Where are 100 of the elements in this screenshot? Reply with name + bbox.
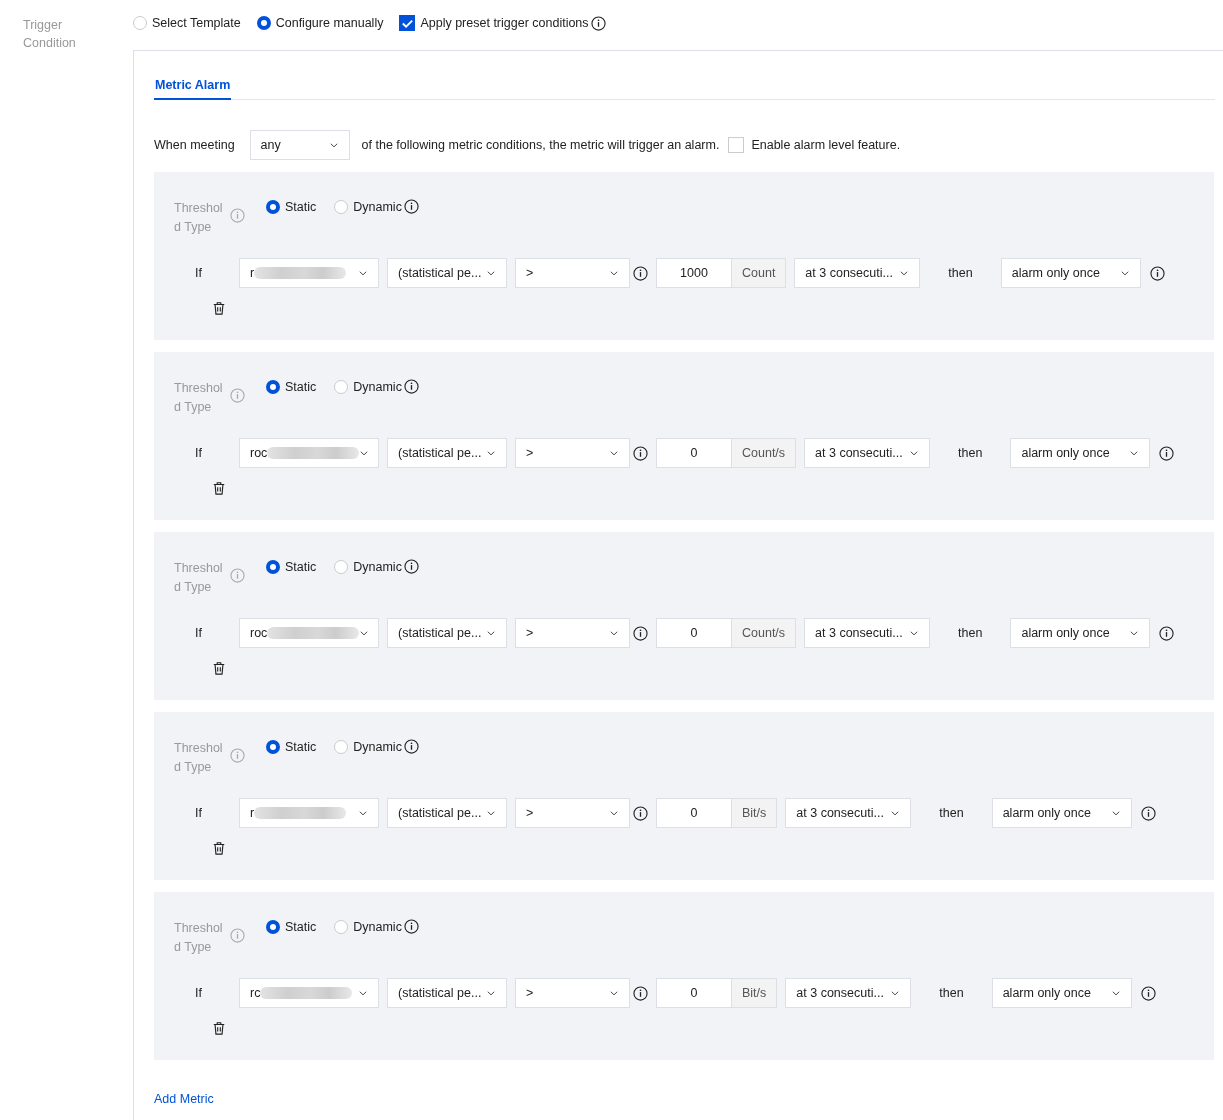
then-label: then [939, 806, 964, 820]
field-label: Trigger Condition [23, 17, 77, 52]
match-select[interactable]: any [249, 130, 350, 160]
caret-icon [486, 808, 496, 818]
info-icon [403, 919, 419, 934]
period-select[interactable]: at 3 consecuti... [785, 978, 912, 1008]
radio-option[interactable]: Dynamic [334, 739, 402, 754]
operator-select[interactable]: > [515, 618, 630, 648]
if-label: If [194, 446, 202, 460]
radio-option[interactable]: Dynamic [334, 199, 402, 214]
period-select[interactable]: at 3 consecuti... [804, 618, 931, 648]
info-icon [633, 265, 648, 281]
then-label: then [939, 986, 964, 1000]
info-icon [1149, 265, 1165, 281]
caret-icon [486, 268, 496, 278]
caret-icon [609, 448, 619, 458]
period-select[interactable]: at 3 consecuti... [794, 258, 921, 288]
radio-option[interactable]: Static [266, 199, 317, 214]
period-select[interactable]: at 3 consecuti... [785, 798, 912, 828]
caret-icon [328, 140, 339, 150]
metric-select[interactable]: roc [239, 618, 379, 648]
statistic-select[interactable]: (statistical pe... [387, 438, 507, 468]
statistic-select[interactable]: (statistical pe... [387, 618, 507, 648]
caret-icon [1129, 448, 1140, 458]
unit-label: Count/s [731, 439, 796, 467]
metric-select[interactable]: r [239, 258, 379, 288]
caret-icon [486, 448, 496, 458]
unit-label: Bit/s [731, 979, 777, 1007]
info-icon [633, 445, 648, 461]
add-metric-link[interactable]: Add Metric [154, 1092, 214, 1106]
period-select[interactable]: at 3 consecuti... [804, 438, 931, 468]
info-icon [403, 739, 419, 754]
trash-icon[interactable] [212, 480, 226, 496]
tab[interactable]: Metric Alarm [154, 75, 232, 100]
trash-icon[interactable] [212, 840, 226, 856]
info-icon [633, 625, 648, 641]
radio-option[interactable]: Select Template [133, 16, 241, 30]
checkbox-option[interactable]: Enable alarm level feature. [728, 137, 901, 153]
metric-select[interactable]: rc [239, 978, 379, 1008]
statistic-select[interactable]: (statistical pe... [387, 798, 507, 828]
caret-icon [609, 628, 619, 638]
info-icon [230, 928, 245, 943]
radio-option[interactable]: Dynamic [334, 559, 402, 574]
info-icon [230, 208, 245, 223]
trash-icon[interactable] [212, 300, 226, 316]
statistic-select[interactable]: (statistical pe... [387, 978, 507, 1008]
trash-icon[interactable] [212, 1020, 226, 1036]
if-label: If [194, 806, 202, 820]
frequency-select[interactable]: alarm only once [1000, 258, 1141, 288]
info-icon [403, 559, 419, 574]
info-icon [403, 199, 419, 214]
then-label: then [948, 266, 973, 280]
trash-icon[interactable] [212, 660, 226, 676]
threshold-label: Threshold Type [174, 560, 224, 596]
info-icon [230, 748, 245, 763]
radio-option[interactable]: Static [266, 919, 317, 934]
threshold-field[interactable]: 0 Bit/s [656, 978, 778, 1008]
if-label: If [194, 266, 202, 280]
if-label: If [194, 986, 202, 1000]
metric-select[interactable]: r [239, 798, 379, 828]
caret-icon [1110, 808, 1121, 818]
info-icon [633, 805, 648, 821]
statistic-select[interactable]: (statistical pe... [387, 258, 507, 288]
radio-option[interactable]: Dynamic [334, 919, 402, 934]
caret-icon [909, 628, 920, 638]
unit-label: Bit/s [731, 799, 777, 827]
frequency-select[interactable]: alarm only once [1010, 438, 1151, 468]
frequency-select[interactable]: alarm only once [991, 798, 1132, 828]
operator-select[interactable]: > [515, 438, 630, 468]
threshold-label: Threshold Type [174, 740, 224, 776]
caret-icon [358, 808, 368, 818]
threshold-field[interactable]: 0 Count/s [656, 438, 797, 468]
info-icon [590, 15, 606, 31]
caret-icon [358, 988, 368, 998]
operator-select[interactable]: > [515, 978, 630, 1008]
radio-option[interactable]: Dynamic [334, 379, 402, 394]
caret-icon [486, 628, 496, 638]
threshold-field[interactable]: 0 Count/s [656, 618, 797, 648]
caret-icon [359, 628, 370, 638]
checkbox-option[interactable]: Apply preset trigger conditions [399, 15, 589, 31]
caret-icon [1110, 988, 1121, 998]
info-icon [1140, 985, 1156, 1001]
radio-option[interactable]: Configure manually [256, 16, 384, 30]
unit-label: Count [731, 259, 786, 287]
radio-option[interactable]: Static [266, 559, 317, 574]
operator-select[interactable]: > [515, 258, 630, 288]
frequency-select[interactable]: alarm only once [1010, 618, 1151, 648]
condition-label: When meeting [154, 138, 235, 152]
threshold-label: Threshold Type [174, 380, 224, 416]
radio-option[interactable]: Static [266, 379, 317, 394]
caret-icon [609, 808, 619, 818]
threshold-label: Threshold Type [174, 200, 224, 236]
frequency-select[interactable]: alarm only once [991, 978, 1132, 1008]
threshold-field[interactable]: 0 Bit/s [656, 798, 778, 828]
operator-select[interactable]: > [515, 798, 630, 828]
info-icon [230, 568, 245, 583]
threshold-label: Threshold Type [174, 920, 224, 956]
metric-select[interactable]: roc [239, 438, 379, 468]
threshold-field[interactable]: 1000 Count [656, 258, 787, 288]
radio-option[interactable]: Static [266, 739, 317, 754]
